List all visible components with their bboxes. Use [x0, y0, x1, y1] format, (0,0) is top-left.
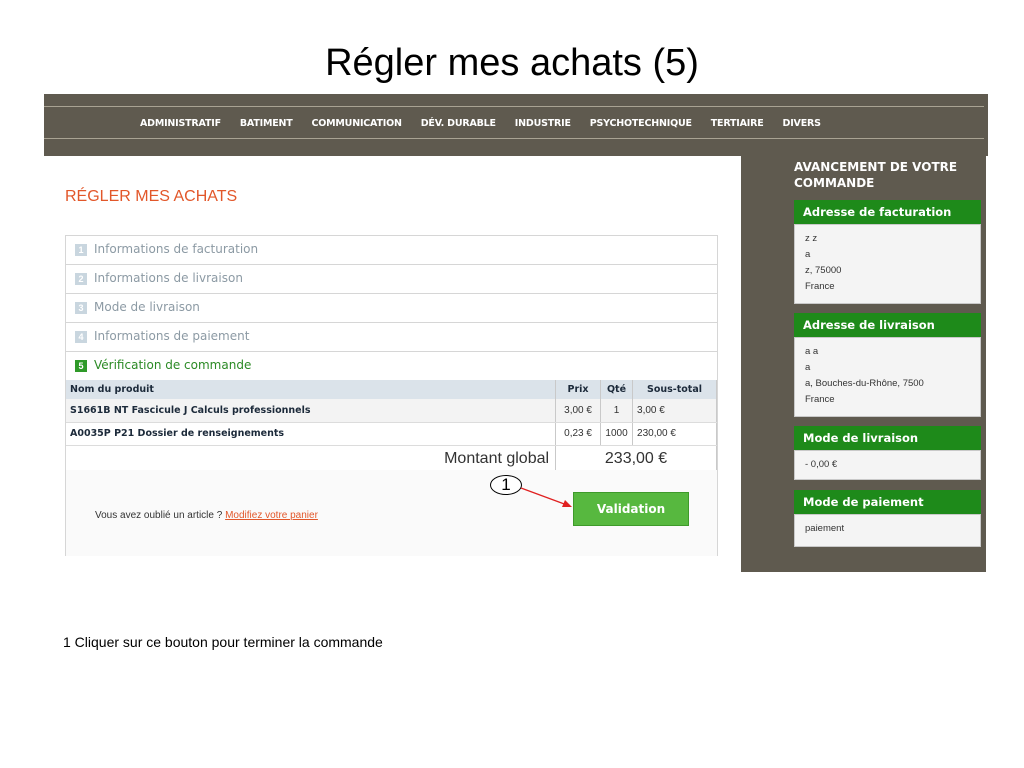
shipping-address-heading: Adresse de livraison [794, 313, 981, 337]
step-number: 4 [75, 331, 87, 343]
nav-item-batiment[interactable]: BATIMENT [240, 118, 293, 129]
address-line: a [805, 249, 811, 260]
shipping-address-box: a a a a, Bouches-du-Rhône, 7500 France [794, 337, 981, 417]
column-header-product: Nom du produit [66, 380, 557, 399]
nav-item-communication[interactable]: COMMUNICATION [312, 118, 402, 129]
product-subtotal: 230,00 € [632, 422, 717, 446]
nav-item-industrie[interactable]: INDUSTRIE [515, 118, 571, 129]
address-line: a [805, 362, 811, 373]
order-table: Nom du produit Prix Qté Sous-total S1661… [66, 380, 717, 474]
edit-cart-link[interactable]: Modifiez votre panier [225, 510, 318, 521]
total-value: 233,00 € [555, 445, 717, 474]
nav-divider [44, 106, 984, 107]
product-qty: 1 [600, 399, 634, 423]
column-header-qty: Qté [600, 380, 634, 399]
billing-address-heading: Adresse de facturation [794, 200, 981, 224]
address-line: a a [805, 346, 819, 357]
step-delivery-mode[interactable]: 3 Mode de livraison [66, 294, 717, 323]
slide-title: Régler mes achats (5) [325, 42, 699, 84]
order-progress-sidebar: AVANCEMENT DE VOTRE COMMANDE Adresse de … [741, 156, 986, 572]
address-line: France [805, 394, 835, 405]
table-row: S1661B NT Fascicule J Calculs profession… [66, 399, 717, 423]
nav-item-administratif[interactable]: ADMINISTRATIF [140, 118, 221, 129]
step-number: 3 [75, 302, 87, 314]
annotation-marker: 1 [490, 475, 522, 495]
product-price: 0,23 € [555, 422, 602, 446]
delivery-mode-value: - 0,00 € [805, 459, 838, 470]
total-row: Montant global 233,00 € [66, 445, 717, 474]
column-header-price: Prix [555, 380, 602, 399]
step-label: Informations de paiement [94, 329, 250, 343]
nav-item-dev-durable[interactable]: DÉV. DURABLE [421, 118, 496, 129]
address-line: a, Bouches-du-Rhône, 7500 [805, 378, 924, 389]
product-subtotal: 3,00 € [632, 399, 717, 423]
sidebar-title: AVANCEMENT DE VOTRE COMMANDE [794, 160, 958, 190]
delivery-mode-box: - 0,00 € [794, 450, 981, 480]
top-navigation: ADMINISTRATIF BATIMENT COMMUNICATION DÉV… [44, 94, 988, 156]
step-shipping-info[interactable]: 2 Informations de livraison [66, 265, 717, 294]
step-label: Vérification de commande [94, 358, 252, 372]
forgot-item-text: Vous avez oublié un article ? Modifiez v… [95, 510, 318, 521]
nav-item-divers[interactable]: DIVERS [783, 118, 821, 129]
delivery-mode-heading: Mode de livraison [794, 426, 981, 450]
product-price: 3,00 € [555, 399, 602, 423]
screenshot: ADMINISTRATIF BATIMENT COMMUNICATION DÉV… [44, 94, 988, 572]
payment-mode-heading: Mode de paiement [794, 490, 981, 514]
payment-mode-box: paiement [794, 514, 981, 547]
address-line: France [805, 281, 835, 292]
total-label: Montant global [66, 445, 557, 474]
nav-item-tertiaire[interactable]: TERTIAIRE [711, 118, 764, 129]
page-title: RÉGLER MES ACHATS [65, 188, 238, 205]
slide-caption: 1 Cliquer sur ce bouton pour terminer la… [63, 634, 383, 650]
validation-button[interactable]: Validation [573, 492, 689, 526]
table-row: A0035P P21 Dossier de renseignements 0,2… [66, 422, 717, 446]
step-label: Mode de livraison [94, 300, 200, 314]
product-qty: 1000 [600, 422, 634, 446]
step-label: Informations de livraison [94, 271, 243, 285]
step-number: 5 [75, 360, 87, 372]
nav-item-psychotechnique[interactable]: PSYCHOTECHNIQUE [590, 118, 692, 129]
step-order-verification: 5 Vérification de commande [66, 352, 717, 381]
payment-mode-value: paiement [805, 523, 845, 534]
forgot-item-label: Vous avez oublié un article ? [95, 510, 223, 521]
nav-divider [44, 138, 984, 139]
step-number: 1 [75, 244, 87, 256]
product-name: S1661B NT Fascicule J Calculs profession… [66, 399, 557, 423]
column-header-subtotal: Sous-total [632, 380, 717, 399]
step-billing-info[interactable]: 1 Informations de facturation [66, 236, 717, 265]
step-number: 2 [75, 273, 87, 285]
product-name: A0035P P21 Dossier de renseignements [66, 422, 557, 446]
address-line: z, 75000 [805, 265, 842, 276]
step-payment-info[interactable]: 4 Informations de paiement [66, 323, 717, 352]
step-label: Informations de facturation [94, 242, 259, 256]
billing-address-box: z z a z, 75000 France [794, 224, 981, 304]
address-line: z z [805, 233, 818, 244]
nav-menu: ADMINISTRATIF BATIMENT COMMUNICATION DÉV… [140, 118, 840, 129]
